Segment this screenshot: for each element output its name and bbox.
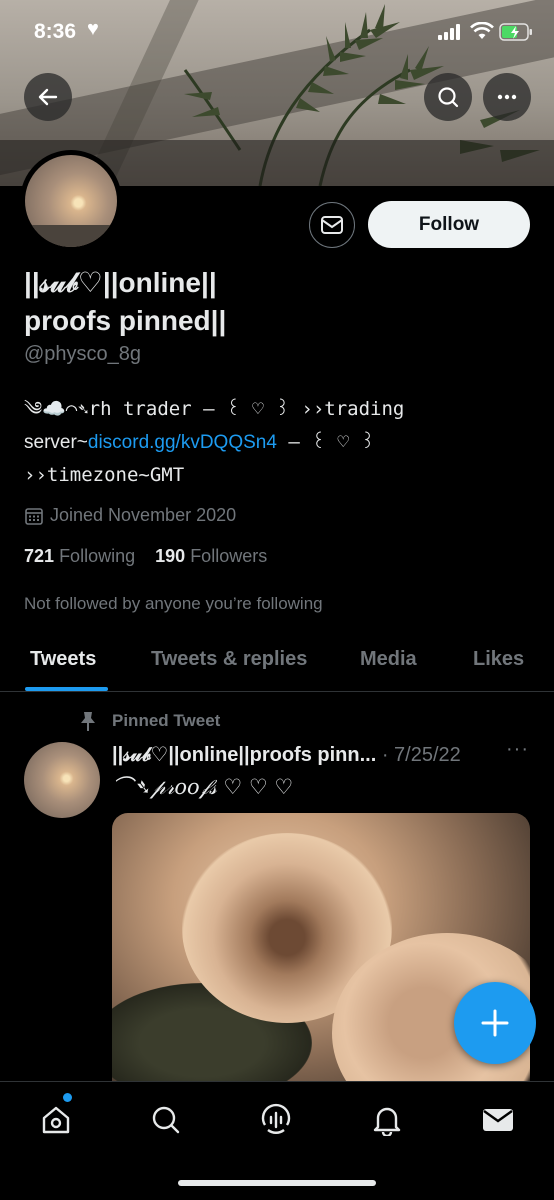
bio-line-1: ༄☁️⌒➴rh trader — ꒰ ♡ ꒱ ››trading <box>24 398 405 420</box>
tweet-more-button[interactable]: ··· <box>506 738 529 761</box>
tab-likes[interactable]: Likes <box>473 648 524 671</box>
tweet-media-image[interactable] <box>112 813 530 1103</box>
plus-icon <box>481 1009 509 1037</box>
bio-line-2-suffix: — ꒰ ♡ ꒱ <box>276 431 376 453</box>
tweet-author-name[interactable]: ||𝓈𝓊𝒷♡||online||proofs pinn... <box>112 744 376 766</box>
nav-notifications[interactable] <box>369 1102 405 1138</box>
signal-icon <box>438 24 460 40</box>
wifi-icon <box>470 22 494 39</box>
followers-label: Followers <box>190 546 268 566</box>
spaces-icon <box>261 1103 291 1134</box>
search-icon <box>152 1106 180 1134</box>
profile-handle: @physco_8g <box>24 343 142 365</box>
back-button[interactable] <box>24 73 72 121</box>
profile-bio: ༄☁️⌒➴rh trader — ꒰ ♡ ꒱ ››trading server~… <box>24 393 524 492</box>
status-time: 8:36 <box>34 20 77 43</box>
following-count: 721 <box>24 546 55 566</box>
tweet-date[interactable]: · 7/25/22 <box>382 744 461 766</box>
status-bar: 8:36 ♥ <box>0 0 554 64</box>
pinned-label: Pinned Tweet <box>78 710 220 732</box>
home-notification-dot <box>63 1093 72 1102</box>
bio-discord-link[interactable]: discord.gg/kvDQQSn4 <box>88 432 277 453</box>
nav-home[interactable] <box>38 1102 74 1138</box>
tab-tweets-replies[interactable]: Tweets & replies <box>151 648 307 671</box>
nav-spaces[interactable] <box>258 1102 294 1138</box>
search-button[interactable] <box>424 73 472 121</box>
status-heart: ♥ <box>87 18 99 40</box>
calendar-icon <box>25 507 43 525</box>
message-button[interactable] <box>309 202 355 248</box>
avatar-image <box>25 155 117 247</box>
profile-name-line1: ||𝓈𝓊𝒷♡||online|| <box>24 267 217 298</box>
battery-icon <box>499 23 532 41</box>
tab-tweets[interactable]: Tweets <box>30 648 96 671</box>
tweet-author-avatar[interactable] <box>24 742 100 818</box>
bio-line-3: ››timezone~GMT <box>24 464 185 486</box>
back-arrow-icon <box>38 88 58 106</box>
joined-text: Joined November 2020 <box>50 505 237 525</box>
follow-button[interactable]: Follow <box>368 201 530 248</box>
follow-counts: 721 Following 190 Followers <box>24 546 267 567</box>
home-indicator <box>178 1180 376 1186</box>
not-followed-text: Not followed by anyone you’re following <box>24 594 323 613</box>
tweet-text: ⌒➴𝓅𝓇𝑜𝑜𝒻𝓈 ♡ ♡ ♡ <box>112 775 294 799</box>
tweet-header: ||𝓈𝓊𝒷♡||online||proofs pinn... · 7/25/22 <box>112 742 461 767</box>
profile-tabs: Tweets Tweets & replies Media Likes <box>0 640 554 692</box>
pin-icon <box>81 712 95 731</box>
pinned-tweet-text: Pinned Tweet <box>112 711 221 730</box>
bio-line-2: server~discord.gg/kvDQQSn4 — ꒰ ♡ ꒱ <box>24 426 524 459</box>
nav-search[interactable] <box>148 1102 184 1138</box>
followers-count: 190 <box>155 546 186 566</box>
nav-messages[interactable] <box>480 1102 516 1138</box>
more-icon <box>497 94 517 100</box>
joined-date: Joined November 2020 <box>24 505 236 526</box>
mail-icon <box>321 216 343 234</box>
home-icon <box>42 1106 70 1134</box>
profile-name-line2: proofs pinned|| <box>24 305 227 336</box>
tab-media[interactable]: Media <box>360 648 417 671</box>
more-button[interactable] <box>483 73 531 121</box>
messages-icon <box>483 1109 513 1131</box>
profile-name: ||𝓈𝓊𝒷♡||online|| proofs pinned|| <box>24 264 524 340</box>
compose-tweet-button[interactable] <box>454 982 536 1064</box>
active-tab-indicator <box>25 687 108 691</box>
bio-line-2-prefix: server~ <box>24 432 88 453</box>
followers-link[interactable]: 190 Followers <box>155 546 267 566</box>
following-link[interactable]: 721 Following <box>24 546 135 566</box>
following-label: Following <box>59 546 136 566</box>
profile-avatar[interactable] <box>20 150 122 252</box>
notifications-icon <box>373 1107 401 1136</box>
search-icon <box>438 87 459 108</box>
